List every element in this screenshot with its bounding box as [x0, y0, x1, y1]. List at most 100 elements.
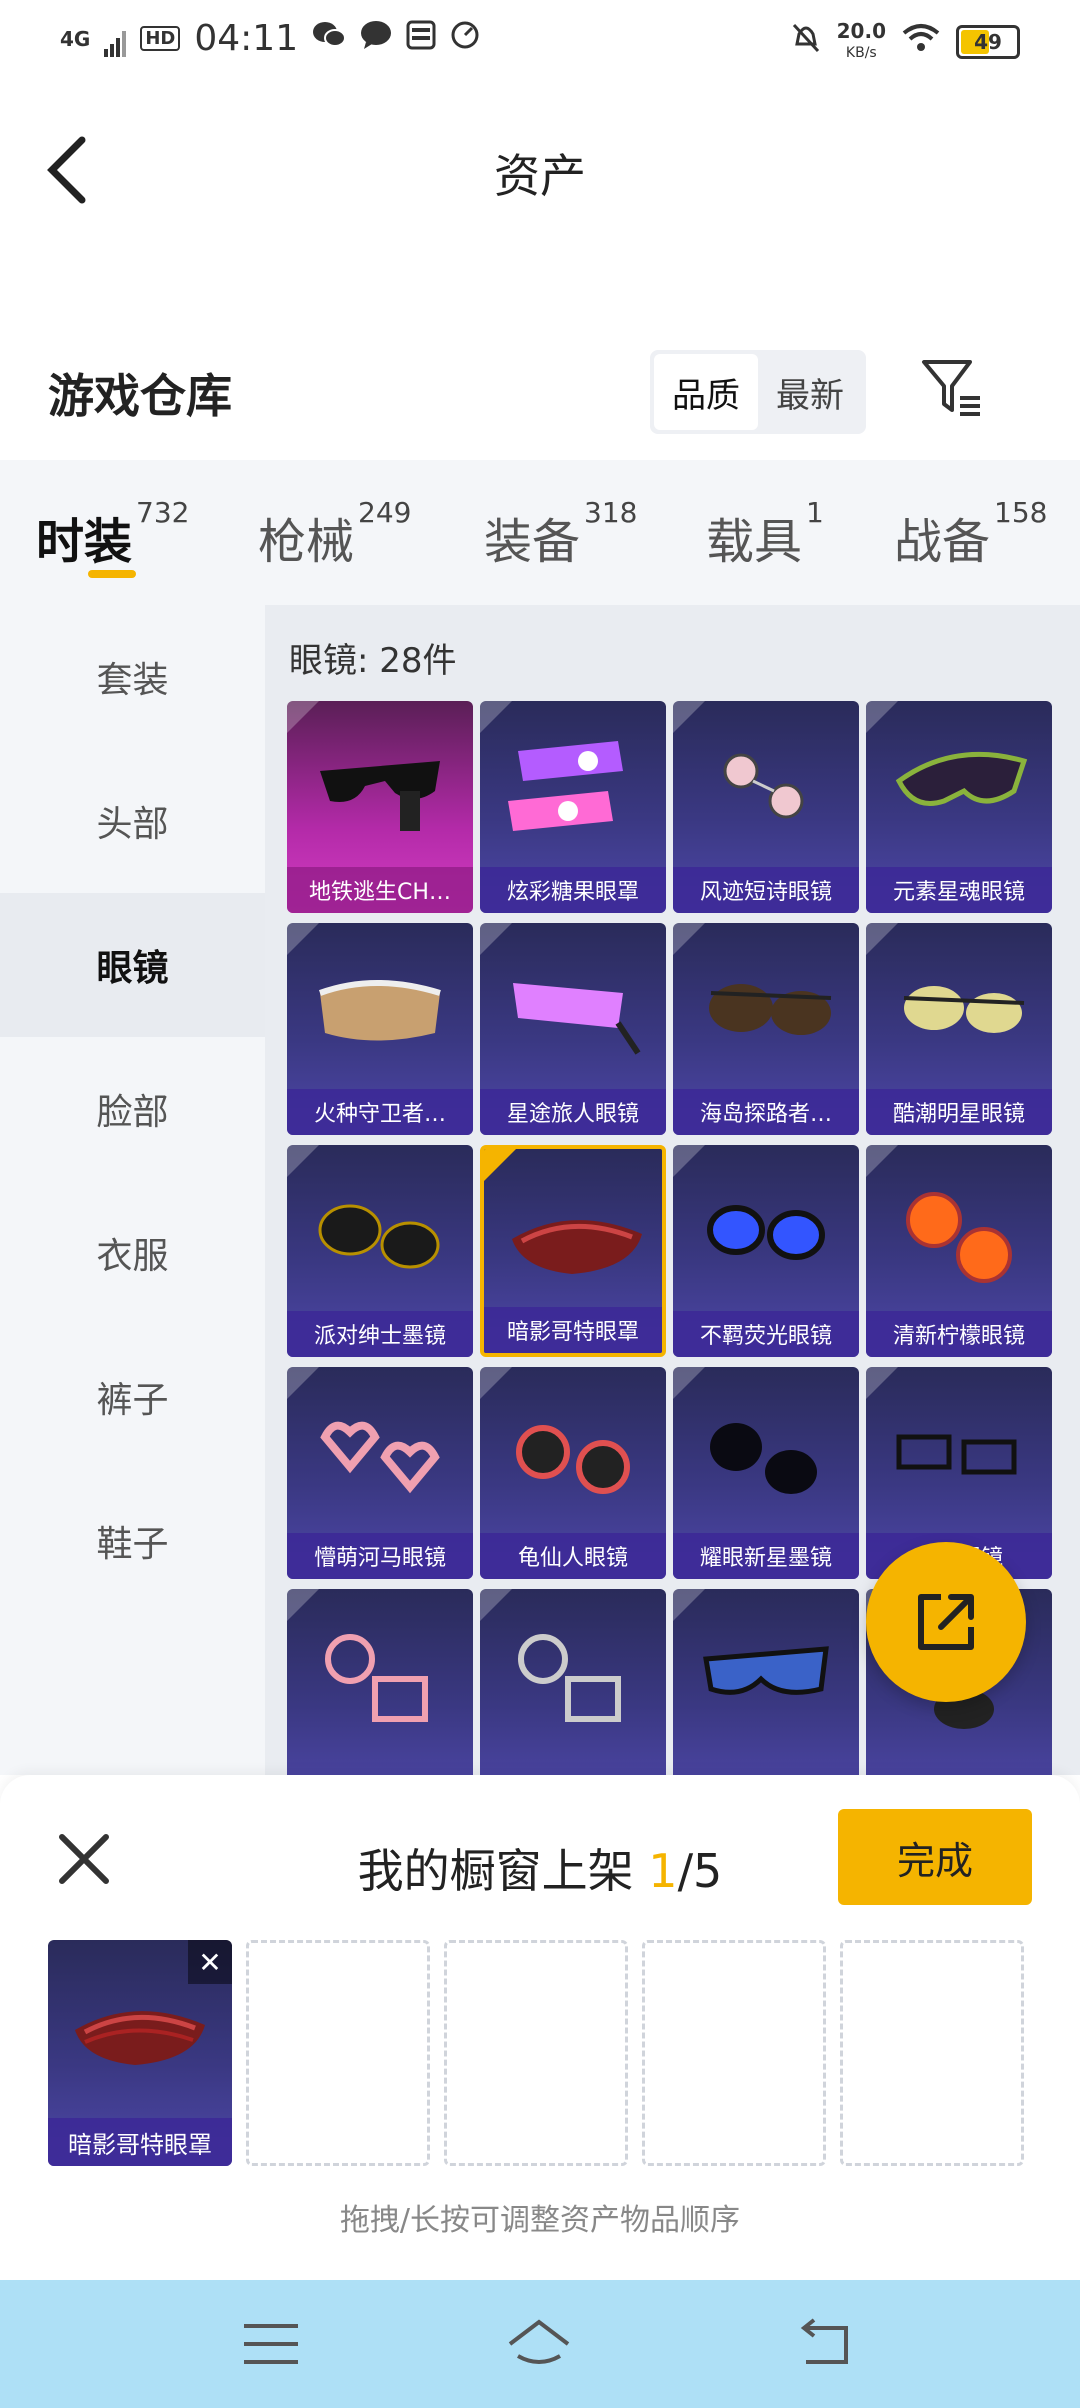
corner-check-icon: [480, 1367, 512, 1399]
item-name: 风迹短诗眼镜: [673, 867, 859, 913]
mute-icon: [791, 22, 821, 63]
share-fab[interactable]: [866, 1542, 1026, 1702]
system-nav-bar: [0, 2280, 1080, 2408]
category-tabs: 时装732 枪械249 装备318 载具1 战备158: [0, 460, 1080, 605]
sidebar-item-glasses[interactable]: 眼镜: [0, 893, 265, 1037]
tab-label: 枪械: [258, 514, 355, 570]
page-title: 资产: [494, 149, 586, 203]
tab-count: 732: [136, 496, 190, 529]
hd-badge: HD: [140, 26, 181, 51]
glasses-image: [325, 1634, 428, 1722]
sidebar-item-shoes[interactable]: 鞋子: [0, 1469, 265, 1613]
glasses-image: [709, 984, 832, 1035]
glasses-image: [512, 1220, 642, 1274]
glasses-image: [320, 1421, 440, 1494]
corner-check-icon: [480, 1589, 512, 1621]
glasses-item-card[interactable]: 风迹短诗眼镜: [673, 701, 859, 913]
glasses-item-card[interactable]: 火种守卫者…: [287, 923, 473, 1135]
tab-label: 装备: [484, 514, 581, 570]
tab-fashion[interactable]: 时装732: [36, 496, 189, 572]
item-name: 元素星魂眼镜: [866, 867, 1052, 913]
status-bar: 4G HD 04:11 20.0 KB/s 49: [0, 0, 1080, 80]
glasses-image: [710, 1423, 817, 1494]
showcase-title-text: 我的橱窗上架: [357, 1844, 649, 1898]
tab-supplies[interactable]: 战备158: [894, 496, 1047, 572]
item-name: 地铁逃生CH…: [287, 867, 473, 913]
tab-label: 战备: [894, 514, 991, 570]
corner-check-icon: [484, 1149, 516, 1181]
glasses-item-card[interactable]: 派对绅士墨镜: [287, 1145, 473, 1357]
sort-toggle: 品质 最新: [650, 350, 866, 434]
reorder-hint: 拖拽/长按可调整资产物品顺序: [339, 2203, 741, 2238]
corner-check-icon: [287, 923, 319, 955]
glasses-image: [518, 1634, 621, 1722]
item-name: 星途旅人眼镜: [480, 1089, 666, 1135]
glasses-item-card[interactable]: 耀眼新星墨镜: [673, 1367, 859, 1579]
glasses-image: [318, 980, 441, 1041]
sidebar-item-face[interactable]: 脸部: [0, 1037, 265, 1181]
glasses-image: [723, 753, 804, 819]
glasses-item-card[interactable]: 龟仙人眼镜: [480, 1367, 666, 1579]
glasses-item-card[interactable]: [287, 1589, 473, 1775]
glasses-item-card[interactable]: [673, 1589, 859, 1775]
showcase-slot-empty[interactable]: [840, 1940, 1024, 2166]
menu-button[interactable]: [236, 2316, 306, 2372]
glasses-item-card[interactable]: 炫彩糖果眼罩: [480, 701, 666, 913]
glasses-image: [906, 1192, 1012, 1283]
item-name: 懵萌河马眼镜: [287, 1533, 473, 1579]
corner-check-icon: [287, 1145, 319, 1177]
sort-latest-button[interactable]: 最新: [758, 354, 862, 430]
item-name: 龟仙人眼镜: [480, 1533, 666, 1579]
corner-check-icon: [480, 701, 512, 733]
wechat-icon: [312, 19, 347, 59]
showcase-slot-empty[interactable]: [246, 1940, 430, 2166]
glasses-item-card[interactable]: 星途旅人眼镜: [480, 923, 666, 1135]
done-button[interactable]: 完成: [838, 1809, 1032, 1905]
tab-equipment[interactable]: 装备318: [484, 496, 637, 572]
calendar-icon: [406, 19, 436, 59]
showcase-slot-empty[interactable]: [642, 1940, 826, 2166]
tab-count: 158: [994, 496, 1048, 529]
back-nav-button[interactable]: [790, 2316, 860, 2372]
remove-icon[interactable]: ✕: [188, 1940, 232, 1984]
glasses-item-card[interactable]: 不羁荧光眼镜: [673, 1145, 859, 1357]
sidebar-item-pants[interactable]: 裤子: [0, 1325, 265, 1469]
glasses-item-card[interactable]: 暗影哥特眼罩: [480, 1145, 666, 1357]
home-button[interactable]: [504, 2316, 574, 2372]
corner-check-icon: [673, 701, 705, 733]
battery-level: 49: [974, 30, 1002, 54]
glasses-item-card[interactable]: 酷潮明星眼镜: [866, 923, 1052, 1135]
status-right: 20.0 KB/s 49: [791, 20, 1020, 64]
net-speed-unit: KB/s: [845, 45, 877, 61]
glasses-item-card[interactable]: [480, 1589, 666, 1775]
glasses-image: [903, 986, 1025, 1033]
item-name: 暗影哥特眼罩: [484, 1307, 662, 1353]
glasses-item-card[interactable]: 懵萌河马眼镜: [287, 1367, 473, 1579]
glasses-item-card[interactable]: 元素星魂眼镜: [866, 701, 1052, 913]
corner-check-icon: [673, 1367, 705, 1399]
glasses-item-card[interactable]: 地铁逃生CH…: [287, 701, 473, 913]
tab-vehicles[interactable]: 载具1: [706, 496, 824, 572]
goth-eyepatch-image: [75, 2011, 205, 2065]
battery-icon: 49: [956, 25, 1020, 59]
glasses-item-card[interactable]: 海岛探路者…: [673, 923, 859, 1135]
sidebar-item-clothes[interactable]: 衣服: [0, 1181, 265, 1325]
tab-count: 318: [584, 496, 638, 529]
showcase-slot-empty[interactable]: [444, 1940, 628, 2166]
glasses-image: [895, 751, 1028, 806]
menu-icon: [244, 2324, 298, 2364]
section-title: 游戏仓库: [48, 369, 232, 423]
glasses-item-card[interactable]: 清新柠檬眼镜: [866, 1145, 1052, 1357]
showcase-slots: ✕ 暗影哥特眼罩: [48, 1940, 1024, 2166]
sort-quality-button[interactable]: 品质: [654, 354, 758, 430]
sidebar-item-head[interactable]: 头部: [0, 749, 265, 893]
item-name: 不羁荧光眼镜: [673, 1311, 859, 1357]
tab-guns[interactable]: 枪械249: [258, 496, 411, 572]
showcase-panel: 我的橱窗上架 1/5 完成 ✕ 暗影哥特眼罩 拖拽/长按可调整资产物品顺序: [0, 1775, 1080, 2280]
showcase-slot-filled[interactable]: ✕ 暗影哥特眼罩: [48, 1940, 232, 2166]
sidebar-item-suit[interactable]: 套装: [0, 605, 265, 749]
glasses-image: [516, 1425, 630, 1494]
filter-button[interactable]: [920, 358, 982, 418]
glasses-image: [320, 761, 440, 831]
tab-count: 1: [806, 496, 824, 529]
